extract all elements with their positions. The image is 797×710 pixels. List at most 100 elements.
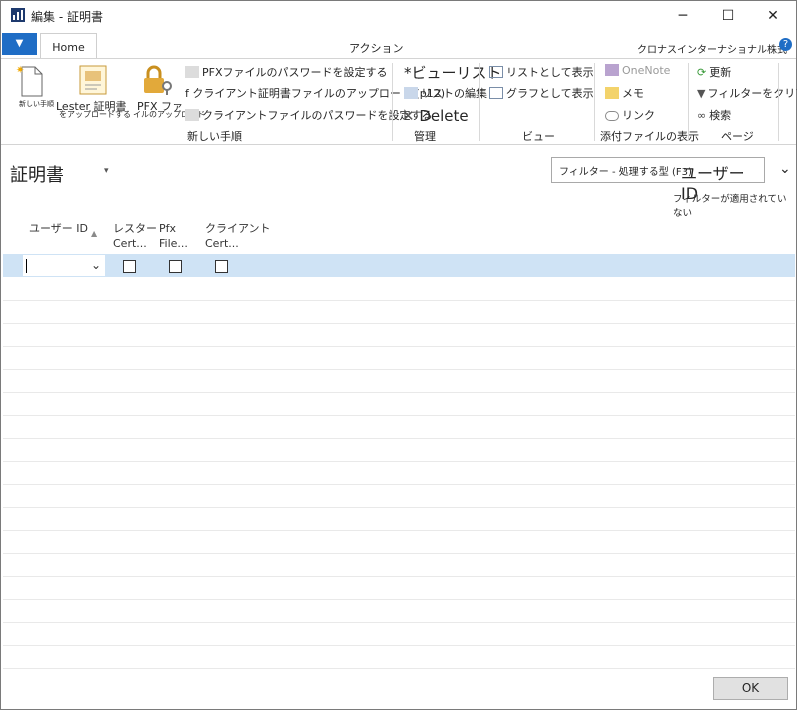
grid-line	[3, 369, 795, 370]
sort-ascending-icon[interactable]: ▲	[91, 229, 97, 238]
page-title: 証明書	[10, 165, 64, 186]
clear-filter-button[interactable]: ▼ フィルターをクリア	[697, 85, 797, 101]
app-logo-icon	[11, 8, 25, 22]
new-document-icon[interactable]: ✷	[16, 63, 44, 97]
chart-view-icon	[489, 87, 503, 99]
new-procedure-button-label[interactable]: 新しい手順	[19, 99, 54, 109]
column-header-label: クライアント	[205, 222, 271, 235]
grid-line	[3, 438, 795, 439]
column-header-label: ユーザー ID	[29, 222, 88, 235]
column-header-client-cert[interactable]: クライアント Cert...	[205, 221, 271, 251]
group-label-manage: 管理	[414, 130, 436, 143]
find-label: 検索	[709, 109, 732, 122]
link-icon	[605, 111, 619, 121]
grid-line	[3, 622, 795, 623]
view-list-button[interactable]: *ビューリスト	[404, 62, 502, 83]
find-button[interactable]: ∞ 検索	[697, 107, 731, 123]
column-header-label: Pfx	[159, 222, 177, 235]
set-client-password-button[interactable]: クライアントファイルのパスワードを設定する	[185, 107, 433, 123]
grid-line	[3, 599, 795, 600]
link-button[interactable]: リンク	[605, 107, 655, 123]
help-icon[interactable]: ?	[779, 38, 792, 51]
onenote-button[interactable]: OneNote	[605, 64, 670, 77]
grid-line	[3, 484, 795, 485]
refresh-label: 更新	[709, 66, 732, 79]
memo-button[interactable]: メモ	[605, 85, 644, 101]
ribbon-divider	[479, 63, 480, 141]
delete-button[interactable]: ✕ Delete	[402, 107, 469, 125]
group-label-page: ページ	[721, 130, 754, 143]
grid-line	[3, 553, 795, 554]
group-label-new-procedure: 新しい手順	[187, 130, 242, 143]
ribbon: ✷ 新しい手順 Lester 証明書 をアップロードする PFX ファ イルのア…	[1, 58, 797, 145]
group-label-attachments: 添付ファイルの表示	[600, 130, 699, 143]
client-cert-checkbox[interactable]	[215, 260, 228, 273]
lock-key-icon[interactable]	[141, 64, 175, 96]
app-menu-button[interactable]: ▼	[2, 33, 37, 55]
clear-filter-label: フィルターをクリア	[707, 87, 797, 100]
edit-list-label: リストの編集	[421, 87, 487, 100]
column-header-pfx-file[interactable]: Pfx File...	[159, 221, 188, 251]
show-as-list-label: リストとして表示	[506, 66, 594, 79]
grid-line	[3, 507, 795, 508]
password-field-icon	[185, 109, 199, 121]
grid-line	[3, 461, 795, 462]
ok-button[interactable]: OK	[713, 677, 788, 700]
minimize-button[interactable]: ─	[661, 3, 705, 29]
svg-text:✷: ✷	[16, 65, 24, 76]
column-header-lester-cert[interactable]: レスター Cert...	[113, 221, 157, 251]
window-title: 編集 - 証明書	[31, 10, 103, 24]
filter-expand-chevron-icon[interactable]: ⌄	[779, 161, 791, 177]
onenote-icon	[605, 64, 619, 76]
onenote-label: OneNote	[622, 64, 671, 77]
no-filter-status: フィルターが適用されていない	[673, 194, 787, 219]
user-id-dropdown-chevron-icon[interactable]: ⌄	[91, 258, 101, 272]
grid-line	[3, 323, 795, 324]
ribbon-tab-row: ▼ Home アクション クロナスインターナショナル株式会社 ?	[1, 31, 796, 71]
ribbon-divider	[594, 63, 595, 141]
clear-filter-icon: ▼	[697, 87, 706, 100]
show-as-chart-label: グラフとして表示	[506, 87, 594, 100]
lester-cert-checkbox[interactable]	[123, 260, 136, 273]
title-bar: 編集 - 証明書 ─ ☐ ✕	[1, 1, 796, 31]
set-pfx-password-label: PFXファイルのパスワードを設定する	[202, 66, 388, 79]
page-title-dropdown-icon[interactable]: ▾	[104, 166, 109, 176]
memo-label: メモ	[622, 87, 644, 100]
show-as-chart-button[interactable]: グラフとして表示	[489, 85, 594, 101]
ribbon-divider	[392, 63, 393, 141]
grid-line	[3, 645, 795, 646]
note-icon	[605, 87, 619, 99]
refresh-icon: ⟳	[697, 66, 707, 79]
column-header-label: レスター	[113, 222, 157, 235]
grid-line	[3, 576, 795, 577]
tab-actions[interactable]: アクション	[349, 40, 403, 56]
close-button[interactable]: ✕	[751, 3, 795, 29]
tab-home[interactable]: Home	[40, 33, 97, 59]
pfx-file-checkbox[interactable]	[169, 260, 182, 273]
lester-upload-sub: をアップロードする	[59, 110, 131, 119]
column-header-label: Cert...	[113, 237, 147, 250]
binoculars-icon: ∞	[697, 109, 707, 122]
delete-label: Delete	[419, 107, 469, 125]
filter-input-placeholder[interactable]: フィルター - 処理する型 (F3)	[559, 163, 692, 178]
grid-line	[3, 300, 795, 301]
table-row[interactable]	[3, 254, 795, 277]
grid-line	[3, 392, 795, 393]
dialog-window: 編集 - 証明書 ─ ☐ ✕ ▼ Home アクション クロナスインターナショナ…	[0, 0, 797, 710]
column-header-label: Cert...	[205, 237, 239, 250]
group-label-view: ビュー	[522, 130, 555, 143]
column-header-label: File...	[159, 237, 188, 250]
show-as-list-button[interactable]: リストとして表示	[489, 64, 594, 80]
edit-list-button[interactable]: リストの編集	[404, 85, 487, 101]
list-view-icon	[489, 66, 503, 78]
set-pfx-password-button[interactable]: PFXファイルのパスワードを設定する	[185, 64, 388, 80]
maximize-button[interactable]: ☐	[706, 3, 750, 29]
link-label: リンク	[622, 109, 655, 122]
grid-line	[3, 668, 795, 669]
certificate-icon[interactable]	[79, 65, 107, 95]
edit-list-icon	[404, 87, 418, 99]
filter-search-box[interactable]: フィルター - 処理する型 (F3) ユーザー ID	[551, 157, 765, 203]
refresh-button[interactable]: ⟳ 更新	[697, 64, 731, 80]
grid-line	[3, 415, 795, 416]
column-header-user-id[interactable]: ユーザー ID	[29, 221, 88, 236]
